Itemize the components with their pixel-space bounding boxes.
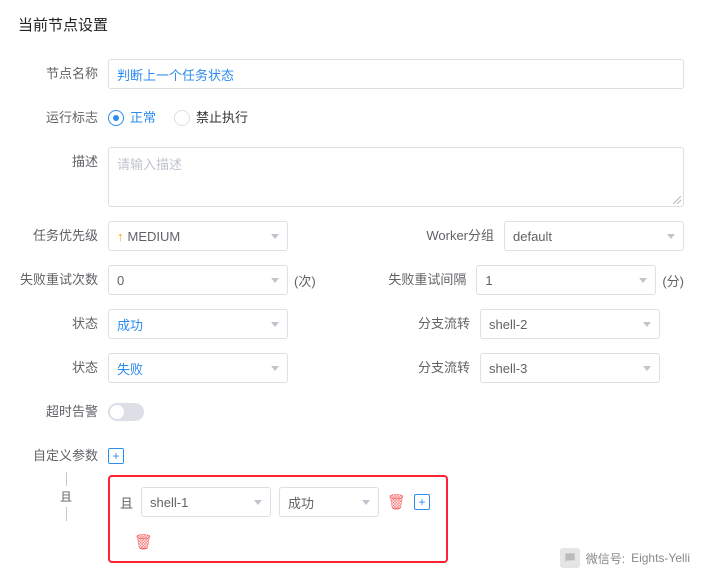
description-label: 描述 [18, 147, 108, 177]
radio-forbid-label: 禁止执行 [196, 103, 248, 133]
description-placeholder: 请输入描述 [117, 157, 182, 172]
condition-shell-select[interactable]: shell-1 [141, 487, 271, 517]
retry-interval-label: 失败重试间隔 [386, 265, 476, 295]
run-flag-forbid-radio[interactable]: 禁止执行 [174, 103, 248, 133]
node-name-input[interactable]: 判断上一个任务状态 [108, 59, 684, 89]
status1-value: 成功 [117, 315, 143, 334]
condition-result-value: 成功 [288, 493, 314, 512]
priority-select[interactable]: ↑MEDIUM [108, 221, 288, 251]
retry-count-label: 失败重试次数 [18, 265, 108, 295]
timeout-toggle[interactable] [108, 403, 144, 421]
chevron-down-icon [362, 500, 370, 505]
status2-select[interactable]: 失败 [108, 353, 288, 383]
and-connector: 且 [60, 472, 72, 521]
chevron-down-icon [639, 278, 647, 283]
priority-value: ↑MEDIUM [117, 229, 180, 244]
worker-group-select[interactable]: default [504, 221, 684, 251]
branch2-select[interactable]: shell-3 [480, 353, 660, 383]
branch1-label: 分支流转 [390, 309, 480, 339]
radio-dot-icon [174, 110, 190, 126]
and-text: 且 [60, 488, 72, 505]
timeout-label: 超时告警 [18, 397, 108, 427]
arrow-up-icon: ↑ [117, 229, 124, 244]
footer-value: Eights-Yelli [631, 551, 690, 565]
chat-bubble-icon [560, 548, 580, 568]
run-flag-normal-radio[interactable]: 正常 [108, 103, 156, 133]
description-textarea[interactable]: 请输入描述 [108, 147, 684, 207]
panel-title: 当前节点设置 [0, 0, 702, 49]
branch1-select[interactable]: shell-2 [480, 309, 660, 339]
worker-group-value: default [513, 229, 552, 244]
node-name-label: 节点名称 [18, 59, 108, 89]
chevron-down-icon [254, 500, 262, 505]
retry-count-select[interactable]: 0 [108, 265, 288, 295]
and-inline: 且 [120, 493, 133, 512]
footer-wechat: 微信号: Eights-Yelli [560, 548, 690, 568]
chevron-down-icon [271, 366, 279, 371]
branch1-value: shell-2 [489, 317, 527, 332]
retry-interval-value: 1 [485, 273, 492, 288]
status1-select[interactable]: 成功 [108, 309, 288, 339]
add-param-icon[interactable]: + [108, 448, 124, 464]
condition-shell-value: shell-1 [150, 495, 188, 510]
run-flag-group: 正常 禁止执行 [108, 103, 248, 133]
status2-label: 状态 [18, 353, 108, 383]
retry-interval-unit: (分) [662, 271, 684, 290]
status1-label: 状态 [18, 309, 108, 339]
chevron-down-icon [271, 234, 279, 239]
delete-condition-icon[interactable]: 🗑 [387, 493, 406, 511]
retry-count-unit: (次) [294, 271, 316, 290]
retry-count-value: 0 [117, 273, 124, 288]
retry-interval-select[interactable]: 1 [476, 265, 656, 295]
chevron-down-icon [271, 278, 279, 283]
add-condition-icon[interactable]: + [414, 494, 430, 510]
footer-label: 微信号: [586, 550, 625, 567]
branch2-value: shell-3 [489, 361, 527, 376]
run-flag-label: 运行标志 [18, 103, 108, 133]
chevron-down-icon [271, 322, 279, 327]
delete-group-icon[interactable]: 🗑 [134, 534, 153, 551]
branch2-label: 分支流转 [390, 353, 480, 383]
radio-normal-label: 正常 [130, 103, 156, 133]
worker-group-label: Worker分组 [414, 221, 504, 251]
chevron-down-icon [667, 234, 675, 239]
custom-params-label: 自定义参数 [18, 441, 108, 471]
condition-redbox: 且 shell-1 成功 🗑 + 🗑 [108, 475, 448, 563]
priority-label: 任务优先级 [18, 221, 108, 251]
node-name-value: 判断上一个任务状态 [117, 65, 234, 84]
condition-result-select[interactable]: 成功 [279, 487, 379, 517]
radio-dot-icon [108, 110, 124, 126]
chevron-down-icon [643, 366, 651, 371]
chevron-down-icon [643, 322, 651, 327]
status2-value: 失败 [117, 359, 143, 378]
